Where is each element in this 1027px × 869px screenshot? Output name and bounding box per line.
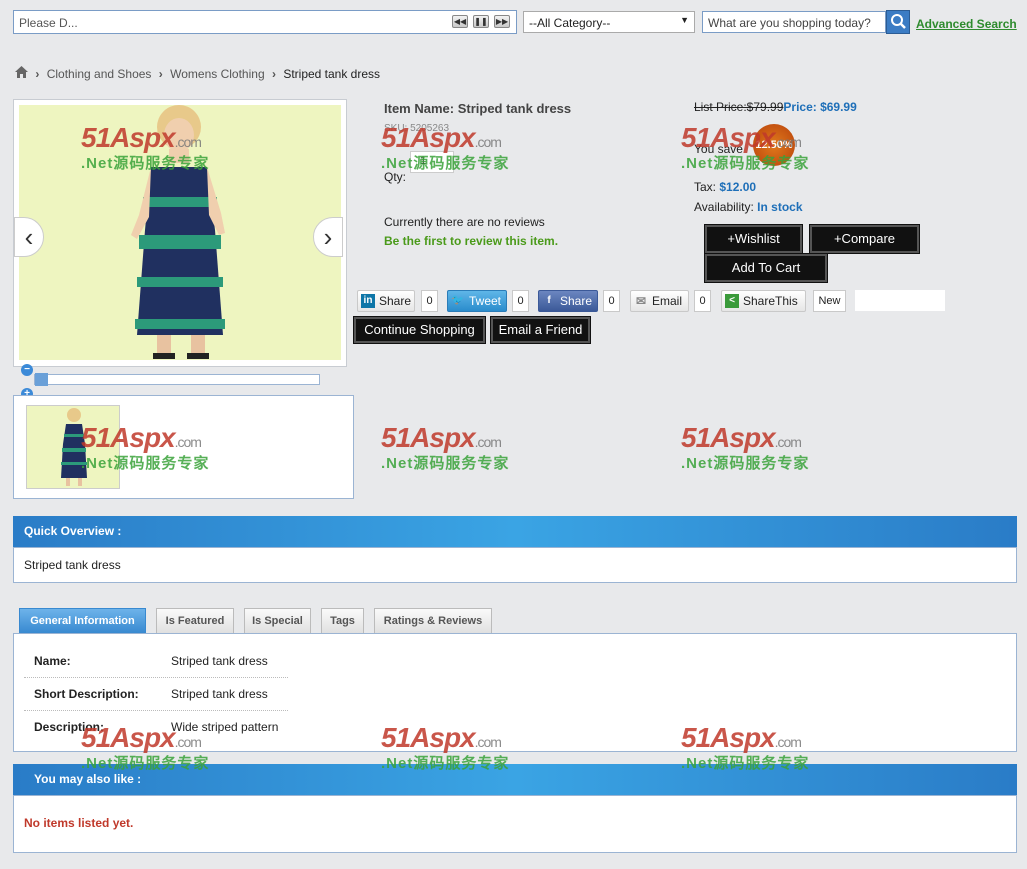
product-image[interactable] bbox=[19, 105, 341, 360]
info-label-description: Description: bbox=[34, 720, 105, 734]
news-ticker[interactable]: Please D... ◀◀ ❚❚ ▶▶ bbox=[13, 10, 517, 34]
linkedin-count: 0 bbox=[421, 290, 438, 312]
home-icon[interactable] bbox=[15, 66, 28, 81]
tab-is-featured[interactable]: Is Featured bbox=[156, 608, 234, 633]
quantity-value: 1 bbox=[420, 155, 427, 167]
tab-ratings-reviews[interactable]: Ratings & Reviews bbox=[374, 608, 492, 633]
chevron-right-icon: › bbox=[158, 66, 163, 81]
category-select[interactable]: --All Category-- ▼ bbox=[523, 11, 695, 33]
envelope-icon: ✉ bbox=[635, 293, 647, 308]
availability-label: Availability: bbox=[694, 200, 754, 214]
quick-overview-panel: Striped tank dress bbox=[13, 547, 1017, 583]
chevron-down-icon: ▼ bbox=[680, 15, 689, 25]
tab-tags[interactable]: Tags bbox=[321, 608, 364, 633]
ticker-text: Please D... bbox=[19, 16, 78, 30]
wishlist-button[interactable]: +Wishlist bbox=[704, 224, 803, 254]
tweet-label: Tweet bbox=[469, 294, 502, 308]
you-save-label: You save bbox=[694, 142, 743, 156]
linkedin-share-label: Share bbox=[379, 294, 412, 308]
quantity-label: Qty: bbox=[384, 170, 407, 184]
breadcrumb-link-womens[interactable]: Womens Clothing bbox=[170, 67, 265, 81]
sku: SKU: 5205263 bbox=[384, 123, 450, 134]
facebook-share-button[interactable]: f Share bbox=[538, 290, 598, 312]
tax-value: $12.00 bbox=[719, 180, 757, 194]
also-like-title: You may also like : bbox=[13, 764, 1017, 795]
write-review-link[interactable]: Be the first to review this item. bbox=[384, 234, 558, 248]
email-count: 0 bbox=[694, 290, 711, 312]
dress-model-illustration bbox=[131, 105, 225, 359]
chevron-right-icon: › bbox=[271, 66, 276, 81]
quantity-input[interactable]: 1 bbox=[410, 151, 454, 173]
info-value-name: Striped tank dress bbox=[171, 654, 268, 668]
sharethis-button[interactable]: < ShareThis bbox=[721, 290, 806, 312]
email-friend-button[interactable]: Email a Friend bbox=[490, 316, 591, 344]
sale-price: Price: $69.99 bbox=[783, 100, 857, 114]
search-icon bbox=[891, 14, 906, 29]
continue-shopping-button[interactable]: Continue Shopping bbox=[353, 316, 486, 344]
availability-value: In stock bbox=[757, 200, 803, 214]
also-like-panel bbox=[13, 795, 1017, 853]
sharethis-icon: < bbox=[725, 293, 739, 308]
quick-overview-title: Quick Overview : bbox=[13, 516, 1017, 547]
item-name-value: Striped tank dress bbox=[457, 101, 572, 116]
facebook-icon: f bbox=[547, 294, 551, 306]
facebook-share-label: Share bbox=[560, 294, 593, 308]
reviews-status: Currently there are no reviews bbox=[384, 215, 545, 229]
search-button[interactable] bbox=[886, 10, 910, 34]
quick-overview-text: Striped tank dress bbox=[24, 558, 121, 572]
social-widget-placeholder bbox=[855, 290, 945, 311]
watermark-logo: 51Aspx.com .Net源码服务专家 bbox=[381, 422, 510, 472]
tab-general-information[interactable]: General Information bbox=[19, 608, 146, 633]
divider bbox=[24, 677, 288, 678]
availability-row: Availability: In stock bbox=[694, 200, 803, 214]
category-select-value: --All Category-- bbox=[529, 16, 611, 30]
facebook-count: 0 bbox=[603, 290, 620, 312]
search-input[interactable]: What are you shopping today? bbox=[702, 11, 886, 33]
sharethis-label: ShareThis bbox=[743, 294, 798, 308]
dress-thumbnail-illustration bbox=[61, 408, 87, 486]
discount-badge: 12.50% bbox=[753, 124, 795, 166]
ticker-next-icon[interactable]: ▶▶ bbox=[494, 15, 510, 28]
ticker-prev-icon[interactable]: ◀◀ bbox=[452, 15, 468, 28]
watermark-logo: 51Aspx.com .Net源码服务专家 bbox=[681, 422, 810, 472]
email-share-button[interactable]: ✉ Email bbox=[630, 290, 689, 312]
linkedin-icon: in bbox=[361, 293, 375, 308]
tweet-count: 0 bbox=[512, 290, 529, 312]
zoom-slider[interactable] bbox=[34, 374, 320, 385]
tab-content-panel bbox=[13, 633, 1017, 752]
sharethis-new-badge: New bbox=[813, 290, 846, 312]
chevron-right-icon: › bbox=[35, 66, 40, 81]
tab-is-special[interactable]: Is Special bbox=[244, 608, 311, 633]
thumbnail-image[interactable] bbox=[26, 405, 120, 489]
item-name: Item Name: Striped tank dress bbox=[384, 101, 571, 116]
no-items-message: No items listed yet. bbox=[24, 816, 134, 830]
info-value-short-description: Striped tank dress bbox=[171, 687, 268, 701]
tweet-button[interactable]: 🐦 Tweet bbox=[447, 290, 507, 312]
zoom-slider-handle[interactable] bbox=[35, 373, 48, 386]
tax-row: Tax: $12.00 bbox=[694, 180, 756, 194]
list-price: List Price:$79.99 bbox=[694, 100, 784, 114]
zoom-out-icon[interactable]: − bbox=[21, 364, 33, 376]
tax-label: Tax: bbox=[694, 180, 717, 194]
search-placeholder: What are you shopping today? bbox=[708, 16, 871, 30]
breadcrumb: › Clothing and Shoes › Womens Clothing ›… bbox=[15, 66, 380, 81]
linkedin-share-button[interactable]: in Share bbox=[357, 290, 415, 312]
info-label-short-description: Short Description: bbox=[34, 687, 139, 701]
breadcrumb-current: Striped tank dress bbox=[283, 66, 381, 81]
twitter-bird-icon: 🐦 bbox=[451, 294, 465, 306]
item-name-label: Item Name: bbox=[384, 101, 455, 116]
price-row: List Price:$79.99Price: $69.99 bbox=[694, 100, 857, 114]
breadcrumb-link-clothing[interactable]: Clothing and Shoes bbox=[47, 67, 152, 81]
info-label-name: Name: bbox=[34, 654, 71, 668]
divider bbox=[24, 710, 288, 711]
email-share-label: Email bbox=[652, 294, 683, 308]
info-value-description: Wide striped pattern bbox=[171, 720, 279, 734]
ticker-pause-icon[interactable]: ❚❚ bbox=[473, 15, 489, 28]
add-to-cart-button[interactable]: Add To Cart bbox=[704, 253, 828, 283]
compare-button[interactable]: +Compare bbox=[809, 224, 920, 254]
advanced-search-link[interactable]: Advanced Search bbox=[916, 17, 1017, 31]
